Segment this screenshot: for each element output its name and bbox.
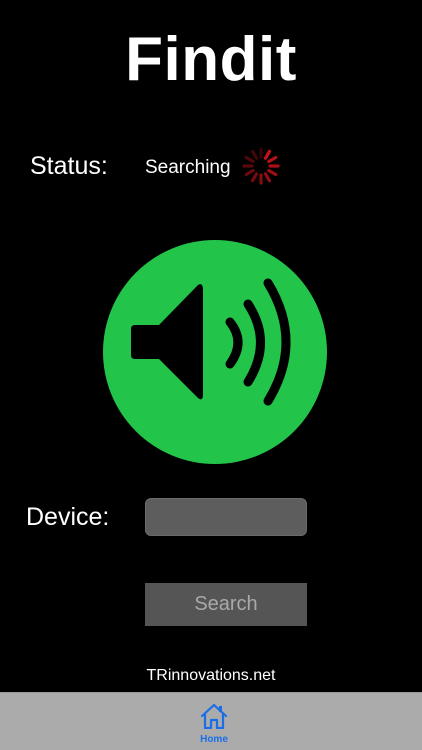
spinner-spoke [267,155,278,164]
home-icon [200,703,228,729]
speaker-volume-icon [131,278,291,406]
loading-spinner-icon [242,147,280,185]
tab-bar: Home [0,692,422,750]
tab-home-label: Home [200,734,228,745]
spinner-spoke [267,168,278,177]
device-input[interactable] [145,498,307,536]
spinner-spoke [263,149,272,160]
status-value: Searching [145,157,231,178]
status-label: Status: [30,152,108,180]
spinner-spoke [250,149,259,160]
spinner-spoke [263,172,272,183]
spinner-spoke [244,155,255,164]
speaker-button[interactable] [103,240,327,464]
app-screen: Findit Status: Searching Device: Search … [0,0,422,750]
app-title: Findit [125,25,297,94]
device-label: Device: [26,503,110,531]
footer-website-link[interactable]: TRinnovations.net [0,667,422,685]
spinner-spoke [250,172,259,183]
tab-home[interactable]: Home [181,693,247,750]
search-button[interactable]: Search [145,583,307,626]
spinner-spoke [244,168,255,177]
